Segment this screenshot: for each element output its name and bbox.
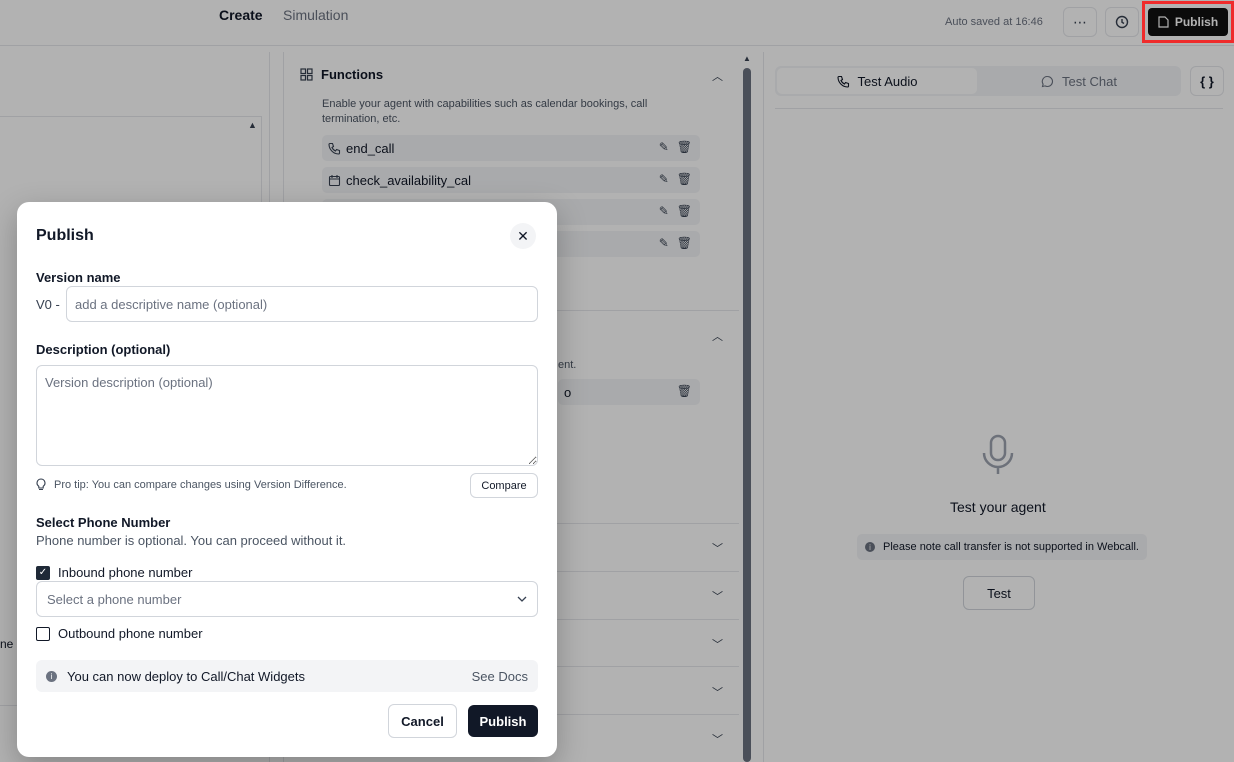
outbound-label: Outbound phone number <box>58 626 203 641</box>
dialog-title: Publish <box>36 227 94 244</box>
compare-button[interactable]: Compare <box>470 473 538 498</box>
phone-select-placeholder: Select a phone number <box>47 591 182 607</box>
chevron-down-icon <box>517 596 527 602</box>
pro-tip-text: Pro tip: You can compare changes using V… <box>54 478 347 491</box>
publish-dialog: Publish ✕ Version name V0 - Description … <box>17 202 557 757</box>
deploy-text: You can now deploy to Call/Chat Widgets <box>67 668 305 684</box>
outbound-checkbox[interactable] <box>36 626 50 641</box>
version-name-label: Version name <box>36 270 121 285</box>
deploy-banner: i You can now deploy to Call/Chat Widget… <box>36 660 538 692</box>
version-name-input[interactable] <box>66 286 538 322</box>
description-textarea[interactable] <box>36 365 538 466</box>
outbound-checkbox-row[interactable]: Outbound phone number <box>36 626 203 641</box>
close-button[interactable]: ✕ <box>510 223 536 249</box>
version-prefix: V0 - <box>36 297 60 312</box>
publish-button[interactable]: Publish <box>468 705 538 737</box>
info-icon: i <box>46 670 57 682</box>
pro-tip: Pro tip: You can compare changes using V… <box>36 478 347 491</box>
close-icon: ✕ <box>517 227 529 244</box>
inbound-label: Inbound phone number <box>58 565 193 580</box>
cancel-button[interactable]: Cancel <box>388 704 457 738</box>
inbound-checkbox[interactable]: ✓ <box>36 565 50 580</box>
inbound-checkbox-row[interactable]: ✓ Inbound phone number <box>36 565 192 580</box>
phone-heading: Select Phone Number <box>36 515 171 530</box>
phone-subtext: Phone number is optional. You can procee… <box>36 533 347 548</box>
phone-number-select[interactable]: Select a phone number <box>36 581 538 617</box>
description-label: Description (optional) <box>36 342 171 357</box>
see-docs-link[interactable]: See Docs <box>472 669 528 684</box>
lightbulb-icon <box>36 478 46 491</box>
